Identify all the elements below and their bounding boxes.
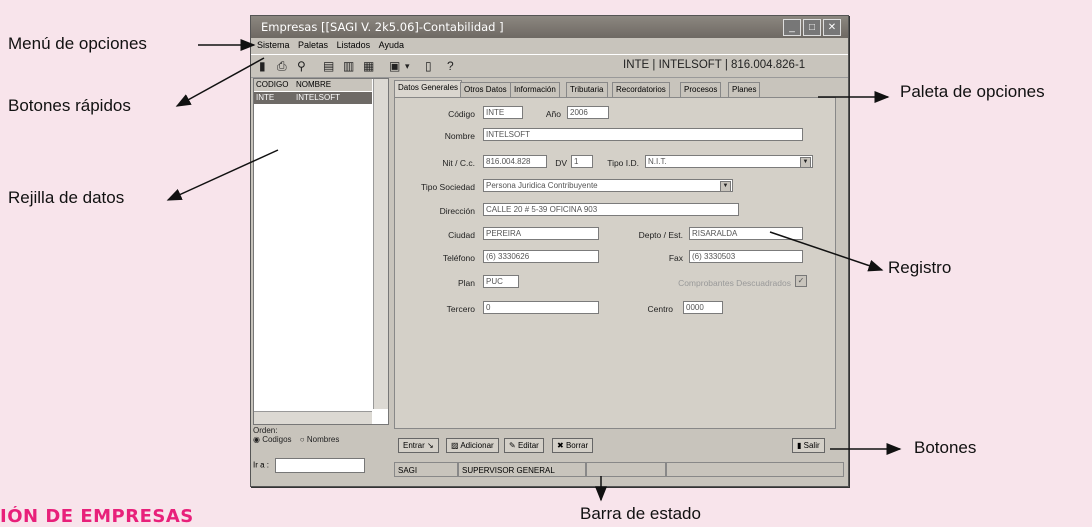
callout-arrows [166,39,902,502]
arrow-registro [769,231,884,272]
arrow-botones-rapidos [175,57,265,107]
arrow-rejilla [166,149,279,201]
